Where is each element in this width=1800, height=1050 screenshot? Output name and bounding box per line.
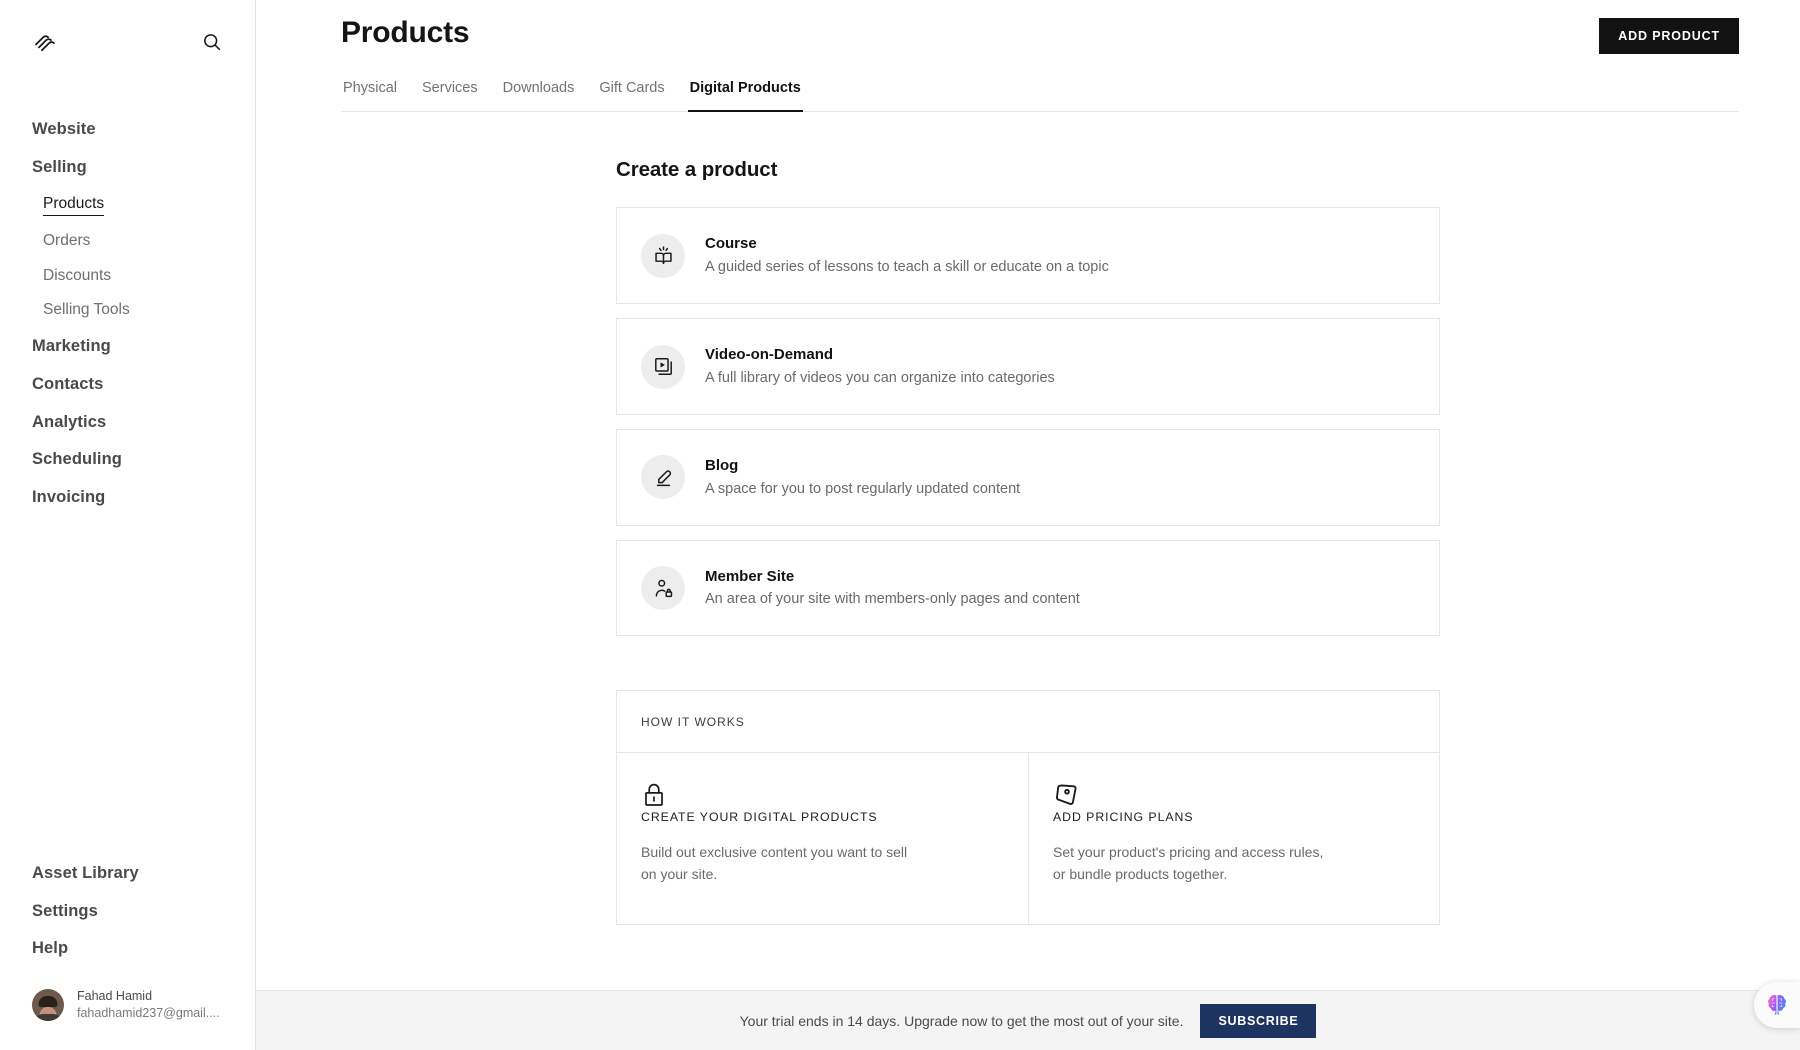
how-it-works-title: CREATE YOUR DIGITAL PRODUCTS bbox=[641, 810, 1004, 824]
product-option-desc: A guided series of lessons to teach a sk… bbox=[705, 257, 1109, 278]
sidebar-label: Contacts bbox=[32, 375, 103, 393]
product-option-name: Video-on-Demand bbox=[705, 344, 1055, 366]
product-option-blog[interactable]: Blog A space for you to post regularly u… bbox=[616, 429, 1440, 526]
sidebar-label: Asset Library bbox=[32, 864, 139, 882]
sidebar-item-products[interactable]: Products bbox=[0, 187, 255, 225]
product-option-desc: An area of your site with members-only p… bbox=[705, 589, 1080, 610]
sidebar-label: Website bbox=[32, 120, 96, 138]
product-type-tabs: Physical Services Downloads Gift Cards D… bbox=[341, 80, 1739, 112]
product-option-member-site[interactable]: Member Site An area of your site with me… bbox=[616, 540, 1440, 637]
sidebar-footer: Asset Library Settings Help Fahad Hamid … bbox=[0, 855, 255, 1050]
sidebar-label: Settings bbox=[32, 902, 98, 920]
tab-digital-products[interactable]: Digital Products bbox=[688, 80, 803, 112]
squarespace-logo[interactable] bbox=[32, 28, 59, 55]
page-title: Products bbox=[341, 0, 1800, 50]
sidebar-label: Selling Tools bbox=[43, 301, 130, 320]
product-option-text: Video-on-Demand A full library of videos… bbox=[705, 344, 1055, 389]
how-it-works-create-products: CREATE YOUR DIGITAL PRODUCTS Build out e… bbox=[617, 753, 1028, 923]
video-stack-icon bbox=[641, 345, 685, 389]
person-lock-icon bbox=[641, 566, 685, 610]
product-option-text: Course A guided series of lessons to tea… bbox=[705, 233, 1109, 278]
product-option-desc: A full library of videos you can organiz… bbox=[705, 368, 1055, 389]
sidebar-item-orders[interactable]: Orders bbox=[0, 224, 255, 259]
sidebar-label: Marketing bbox=[32, 337, 111, 355]
product-option-name: Member Site bbox=[705, 566, 1080, 588]
product-option-name: Blog bbox=[705, 455, 1020, 477]
sidebar: Website Selling Products Orders Discount… bbox=[0, 0, 256, 1050]
sidebar-nav: Website Selling Products Orders Discount… bbox=[0, 111, 255, 517]
sidebar-item-settings[interactable]: Settings bbox=[0, 893, 255, 931]
tab-gift-cards[interactable]: Gift Cards bbox=[597, 80, 666, 112]
trial-message: Your trial ends in 14 days. Upgrade now … bbox=[740, 1013, 1184, 1029]
sidebar-item-analytics[interactable]: Analytics bbox=[0, 404, 255, 442]
search-icon[interactable] bbox=[201, 31, 223, 53]
avatar bbox=[32, 989, 64, 1021]
user-email: fahadhamid237@gmail.... bbox=[77, 1005, 220, 1022]
sidebar-item-contacts[interactable]: Contacts bbox=[0, 366, 255, 404]
sidebar-item-asset-library[interactable]: Asset Library bbox=[0, 855, 255, 893]
sidebar-item-invoicing[interactable]: Invoicing bbox=[0, 479, 255, 517]
sidebar-label: Selling bbox=[32, 158, 87, 176]
app-root: Website Selling Products Orders Discount… bbox=[0, 0, 1800, 1050]
section-title: Create a product bbox=[616, 158, 1440, 182]
product-option-text: Blog A space for you to post regularly u… bbox=[705, 455, 1020, 500]
sidebar-item-help[interactable]: Help bbox=[0, 930, 255, 968]
sidebar-label: Scheduling bbox=[32, 450, 122, 468]
sidebar-label: Invoicing bbox=[32, 488, 105, 506]
page-header: Products ADD PRODUCT bbox=[256, 0, 1800, 50]
tab-downloads[interactable]: Downloads bbox=[501, 80, 577, 112]
how-it-works-heading: HOW IT WORKS bbox=[617, 691, 1439, 753]
how-it-works-desc: Set your product's pricing and access ru… bbox=[1053, 842, 1333, 885]
sidebar-item-marketing[interactable]: Marketing bbox=[0, 328, 255, 366]
pen-write-icon bbox=[641, 455, 685, 499]
product-option-name: Course bbox=[705, 233, 1109, 255]
sidebar-label: Analytics bbox=[32, 413, 106, 431]
sidebar-item-selling-tools[interactable]: Selling Tools bbox=[0, 293, 255, 328]
sidebar-item-selling[interactable]: Selling bbox=[0, 149, 255, 187]
product-option-text: Member Site An area of your site with me… bbox=[705, 566, 1080, 611]
sidebar-label: Help bbox=[32, 939, 68, 957]
user-name: Fahad Hamid bbox=[77, 988, 220, 1005]
price-tag-icon bbox=[1053, 780, 1415, 810]
user-account-button[interactable]: Fahad Hamid fahadhamid237@gmail.... bbox=[0, 968, 255, 1032]
how-it-works-title: ADD PRICING PLANS bbox=[1053, 810, 1415, 824]
sidebar-label: Orders bbox=[43, 232, 90, 251]
main-panel: Products ADD PRODUCT Physical Services D… bbox=[256, 0, 1800, 1050]
ai-assistant-button[interactable] bbox=[1754, 982, 1800, 1028]
trial-banner: Your trial ends in 14 days. Upgrade now … bbox=[256, 990, 1800, 1050]
sidebar-item-scheduling[interactable]: Scheduling bbox=[0, 441, 255, 479]
how-it-works-panel: HOW IT WORKS CREATE YOUR DIGITAL PRODUCT… bbox=[616, 690, 1440, 924]
sidebar-item-website[interactable]: Website bbox=[0, 111, 255, 149]
how-it-works-pricing-plans: ADD PRICING PLANS Set your product's pri… bbox=[1028, 753, 1439, 923]
content-column: Create a product Course A guided series … bbox=[616, 112, 1440, 924]
sidebar-label: Products bbox=[43, 195, 104, 217]
how-it-works-body: CREATE YOUR DIGITAL PRODUCTS Build out e… bbox=[617, 753, 1439, 923]
add-product-button[interactable]: ADD PRODUCT bbox=[1599, 18, 1739, 54]
tab-services[interactable]: Services bbox=[420, 80, 480, 112]
tab-physical[interactable]: Physical bbox=[341, 80, 399, 112]
ai-brain-icon bbox=[1764, 992, 1790, 1018]
product-option-video-on-demand[interactable]: Video-on-Demand A full library of videos… bbox=[616, 318, 1440, 415]
subscribe-button[interactable]: SUBSCRIBE bbox=[1200, 1004, 1316, 1038]
product-option-course[interactable]: Course A guided series of lessons to tea… bbox=[616, 207, 1440, 304]
sidebar-header bbox=[0, 0, 255, 55]
lock-icon bbox=[641, 780, 1004, 810]
open-book-icon bbox=[641, 234, 685, 278]
how-it-works-desc: Build out exclusive content you want to … bbox=[641, 842, 921, 885]
sidebar-item-discounts[interactable]: Discounts bbox=[0, 259, 255, 294]
user-meta: Fahad Hamid fahadhamid237@gmail.... bbox=[77, 988, 220, 1022]
sidebar-label: Discounts bbox=[43, 267, 111, 286]
product-option-desc: A space for you to post regularly update… bbox=[705, 479, 1020, 500]
